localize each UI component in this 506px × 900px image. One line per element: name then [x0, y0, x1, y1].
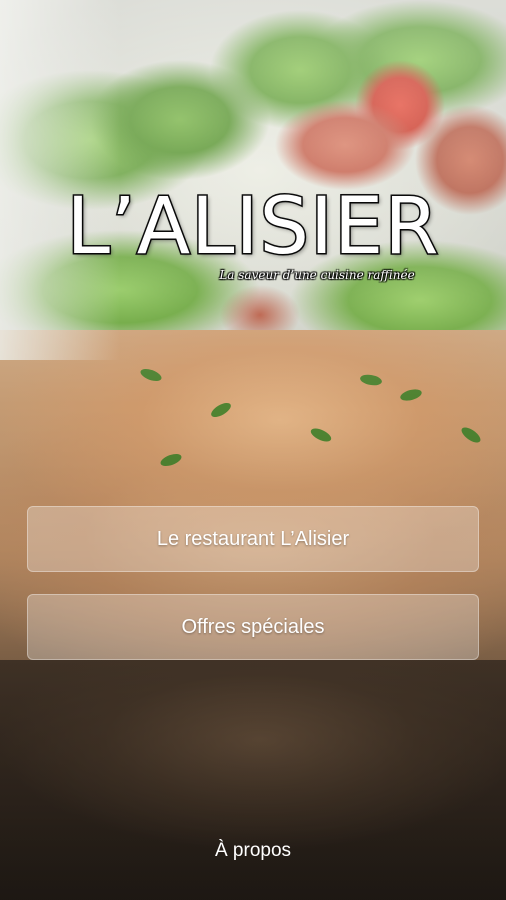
- restaurant-button[interactable]: Le restaurant L’Alisier: [27, 506, 479, 572]
- brand-logo: L’ALISIER La saveur d’une cuisine raffin…: [0, 182, 506, 283]
- brand-title: L’ALISIER: [65, 182, 440, 272]
- background-fade-overlay: [0, 0, 506, 900]
- about-link[interactable]: À propos: [0, 840, 506, 862]
- home-screen: L’ALISIER La saveur d’une cuisine raffin…: [0, 0, 506, 900]
- special-offers-button[interactable]: Offres spéciales: [27, 594, 479, 660]
- brand-tagline: La saveur d’une cuisine raffinée: [219, 268, 415, 282]
